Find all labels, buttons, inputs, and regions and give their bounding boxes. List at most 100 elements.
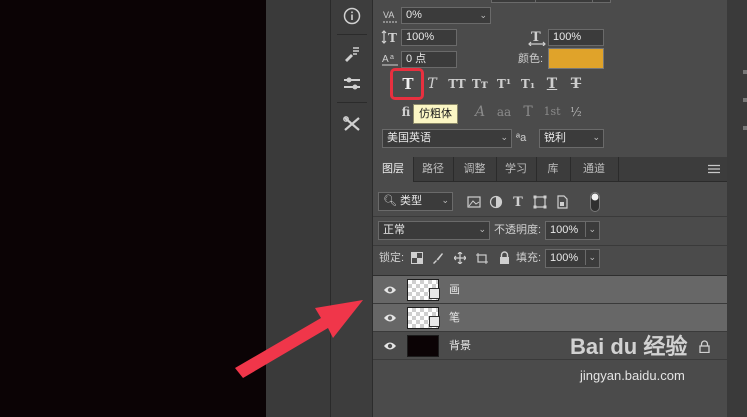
tool-presets-icon[interactable] (336, 110, 368, 138)
opacity-label: 不透明度: (494, 224, 542, 236)
chevron-down-icon[interactable]: ⌄ (478, 222, 486, 237)
text-color-swatch[interactable] (548, 48, 604, 69)
tab-libraries[interactable]: 库 (536, 157, 571, 181)
underline-button[interactable]: T (541, 74, 563, 94)
fill-value: 100% (550, 252, 579, 264)
layer-row-bi[interactable]: 笔 (373, 304, 728, 332)
antialias-icon: ªa (516, 132, 527, 144)
divider (373, 216, 728, 217)
filter-smart-object-icon[interactable] (554, 194, 570, 210)
layer-filter-value: 类型 (400, 195, 423, 207)
ordinals-button[interactable]: 1st (541, 102, 563, 122)
tracking-field[interactable]: 0% ⌄ (401, 7, 491, 24)
scrollbar-mark (743, 70, 747, 74)
layer-row-hua[interactable]: 画 (373, 276, 728, 304)
annotation-arrow (235, 300, 363, 378)
baseline-shift-value: 0 点 (406, 53, 427, 65)
lock-position-icon[interactable] (453, 251, 467, 265)
lock-transparent-pixels-icon[interactable] (410, 251, 424, 265)
chevron-down-icon[interactable]: ⌄ (500, 130, 508, 145)
visibility-eye-icon[interactable] (383, 312, 397, 324)
layer-thumbnail (407, 335, 439, 357)
tab-adjustments[interactable]: 调整 (453, 157, 497, 181)
antialias-select[interactable]: 锐利 ⌄ (539, 129, 604, 148)
swash-button[interactable]: T (517, 102, 539, 122)
scrollbar[interactable] (727, 0, 747, 417)
svg-text:A: A (382, 54, 389, 65)
opacity-field[interactable]: 100% ⌄ (545, 221, 600, 240)
language-value: 美国英语 (387, 132, 431, 144)
filter-type-icon[interactable]: T (510, 194, 526, 210)
svg-text:VA: VA (383, 10, 394, 20)
highlight-box (390, 68, 424, 100)
all-caps-button[interactable]: TT (445, 74, 469, 94)
filter-toggle-icon[interactable] (588, 191, 602, 213)
scrollbar-mark (743, 98, 747, 102)
vertical-scale-field[interactable]: 100% (401, 29, 457, 46)
layer-filter-select[interactable]: 🔍︎ 类型 ⌄ (378, 192, 453, 211)
info-icon[interactable] (336, 2, 368, 30)
lock-image-pixels-icon[interactable] (431, 251, 445, 265)
lock-label: 锁定: (379, 252, 405, 264)
faux-italic-button[interactable]: T (421, 74, 443, 94)
tool-separator (337, 102, 367, 103)
chevron-down-icon[interactable]: ⌄ (585, 222, 596, 237)
tab-layers[interactable]: 图层 (373, 157, 414, 182)
chevron-down-icon[interactable]: ⌄ (592, 130, 600, 145)
scrollbar-mark (743, 126, 747, 130)
layer-name[interactable]: 笔 (449, 304, 460, 332)
language-select[interactable]: 美国英语 ⌄ (382, 129, 512, 148)
panel-menu-icon[interactable] (708, 164, 720, 174)
visibility-eye-icon[interactable] (383, 340, 397, 352)
fractions-button[interactable]: ½ (565, 102, 587, 122)
watermark-brand: Bai du 经验 (570, 334, 688, 359)
fill-field[interactable]: 100% ⌄ (545, 249, 600, 268)
horizontal-scale-field[interactable]: 100% (548, 29, 604, 46)
tab-channels[interactable]: 通道 (570, 157, 619, 181)
strikethrough-button[interactable]: T (565, 74, 587, 94)
filter-adjustment-icon[interactable] (488, 194, 504, 210)
watermark-url: jingyan.baidu.com (580, 368, 685, 383)
leading-field-partial[interactable] (535, 0, 593, 3)
chevron-down-icon[interactable]: ⌄ (479, 8, 487, 23)
subscript-button[interactable]: T₁ (517, 74, 539, 94)
layer-name[interactable]: 画 (449, 276, 460, 304)
fill-label: 填充: (516, 252, 542, 264)
brush-settings-icon[interactable] (336, 40, 368, 68)
visibility-eye-icon[interactable] (383, 284, 397, 296)
text-layer-badge-icon (429, 316, 440, 327)
search-icon: 🔍︎ (383, 195, 397, 207)
tool-separator (337, 34, 367, 35)
tracking-icon: VA (382, 8, 398, 24)
font-style-buttons: T T TT Tт T¹ T₁ T T (373, 72, 728, 96)
filter-shape-icon[interactable] (532, 194, 548, 210)
chevron-down-icon[interactable]: ⌄ (585, 250, 596, 265)
baseline-shift-icon: Aa (381, 51, 401, 67)
tab-learn[interactable]: 学习 (496, 157, 537, 181)
lock-artboard-icon[interactable] (475, 251, 489, 265)
chevron-down-icon[interactable]: ⌄ (441, 193, 449, 208)
blend-mode-select[interactable]: 正常 ⌄ (378, 221, 490, 240)
brush-presets-icon[interactable] (336, 70, 368, 98)
divider (373, 245, 728, 246)
superscript-button[interactable]: T¹ (493, 74, 515, 94)
baseline-shift-field[interactable]: 0 点 (401, 51, 457, 68)
blend-mode-value: 正常 (383, 224, 405, 236)
filter-pixel-icon[interactable] (466, 194, 482, 210)
vertical-scale-value: 100% (406, 31, 435, 43)
layer-name[interactable]: 背景 (449, 332, 471, 360)
contextual-alternates-button[interactable]: A (469, 102, 491, 122)
tracking-value: 0% (406, 9, 422, 21)
horizontal-scale-value: 100% (553, 31, 582, 43)
tab-paths[interactable]: 路径 (413, 157, 454, 181)
svg-text:T: T (531, 30, 541, 45)
color-label: 颜色: (518, 53, 544, 65)
layers-panel-tabs: 图层 路径 调整 学习 库 通道 (373, 157, 728, 182)
tooltip: 仿粗体 (413, 104, 458, 124)
svg-text:a: a (390, 54, 394, 61)
small-caps-button[interactable]: Tт (469, 74, 491, 94)
character-panel-top (373, 0, 728, 6)
vertical-scale-icon: T (381, 29, 401, 45)
lock-all-icon[interactable] (497, 250, 511, 265)
discretionary-ligature-button[interactable]: aa (493, 102, 515, 122)
